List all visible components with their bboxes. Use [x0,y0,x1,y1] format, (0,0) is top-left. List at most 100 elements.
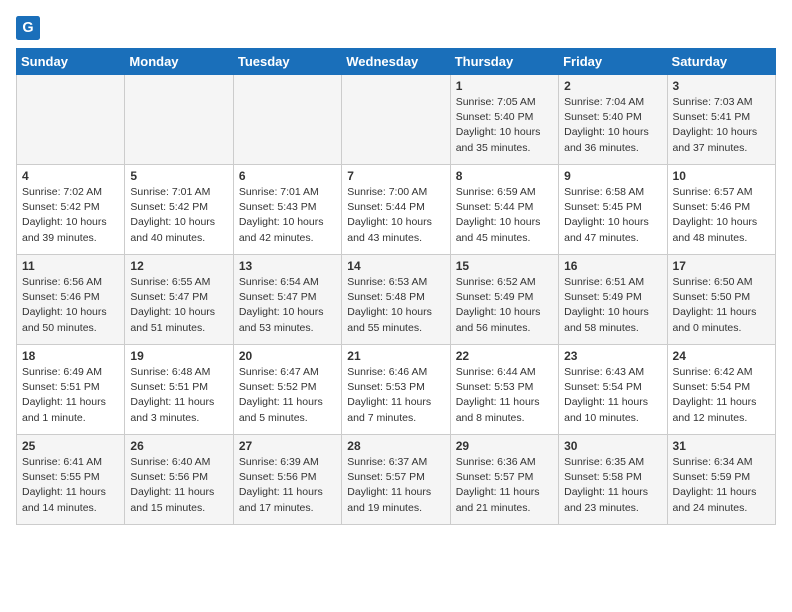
day-number: 26 [130,439,227,453]
day-number: 17 [673,259,770,273]
day-info: Sunrise: 6:44 AM Sunset: 5:53 PM Dayligh… [456,365,553,426]
day-number: 16 [564,259,661,273]
calendar-cell: 9 Sunrise: 6:58 AM Sunset: 5:45 PM Daylig… [559,165,667,255]
day-info: Sunrise: 6:50 AM Sunset: 5:50 PM Dayligh… [673,275,770,336]
day-info: Sunrise: 6:56 AM Sunset: 5:46 PM Dayligh… [22,275,119,336]
day-number: 6 [239,169,336,183]
calendar-cell: 21 Sunrise: 6:46 AM Sunset: 5:53 PM Dayli… [342,345,450,435]
calendar-cell: 6 Sunrise: 7:01 AM Sunset: 5:43 PM Daylig… [233,165,341,255]
calendar-week-2: 4 Sunrise: 7:02 AM Sunset: 5:42 PM Daylig… [17,165,776,255]
calendar-cell: 13Sunrise: 6:54 AM Sunset: 5:47 PM Dayli… [233,255,341,345]
day-info: Sunrise: 6:37 AM Sunset: 5:57 PM Dayligh… [347,455,444,516]
calendar-cell: 25 Sunrise: 6:41 AM Sunset: 5:55 PM Dayli… [17,435,125,525]
header-friday: Friday [559,49,667,75]
calendar-cell: 30Sunrise: 6:35 AM Sunset: 5:58 PM Dayli… [559,435,667,525]
header-saturday: Saturday [667,49,775,75]
calendar-cell: 14 Sunrise: 6:53 AM Sunset: 5:48 PM Dayli… [342,255,450,345]
day-number: 19 [130,349,227,363]
day-number: 30 [564,439,661,453]
calendar-cell: 23 Sunrise: 6:43 AM Sunset: 5:54 PM Dayli… [559,345,667,435]
calendar-cell: 17 Sunrise: 6:50 AM Sunset: 5:50 PM Dayli… [667,255,775,345]
day-info: Sunrise: 6:55 AM Sunset: 5:47 PM Dayligh… [130,275,227,336]
calendar-cell: 10 Sunrise: 6:57 AM Sunset: 5:46 PM Dayli… [667,165,775,255]
day-info: Sunrise: 7:02 AM Sunset: 5:42 PM Dayligh… [22,185,119,246]
day-info: Sunrise: 6:41 AM Sunset: 5:55 PM Dayligh… [22,455,119,516]
calendar-cell: 28 Sunrise: 6:37 AM Sunset: 5:57 PM Dayli… [342,435,450,525]
day-number: 20 [239,349,336,363]
day-number: 15 [456,259,553,273]
day-number: 27 [239,439,336,453]
day-info: Sunrise: 7:04 AM Sunset: 5:40 PM Dayligh… [564,95,661,156]
day-info: Sunrise: 6:42 AM Sunset: 5:54 PM Dayligh… [673,365,770,426]
calendar-cell: 8Sunrise: 6:59 AM Sunset: 5:44 PM Daylig… [450,165,558,255]
calendar-cell: 12 Sunrise: 6:55 AM Sunset: 5:47 PM Dayli… [125,255,233,345]
day-number: 1 [456,79,553,93]
day-info: Sunrise: 7:03 AM Sunset: 5:41 PM Dayligh… [673,95,770,156]
day-info: Sunrise: 6:52 AM Sunset: 5:49 PM Dayligh… [456,275,553,336]
day-number: 4 [22,169,119,183]
day-info: Sunrise: 7:01 AM Sunset: 5:43 PM Dayligh… [239,185,336,246]
day-info: Sunrise: 6:57 AM Sunset: 5:46 PM Dayligh… [673,185,770,246]
calendar-cell [17,75,125,165]
day-info: Sunrise: 6:58 AM Sunset: 5:45 PM Dayligh… [564,185,661,246]
day-info: Sunrise: 6:40 AM Sunset: 5:56 PM Dayligh… [130,455,227,516]
page-header: G [16,16,776,40]
day-info: Sunrise: 7:05 AM Sunset: 5:40 PM Dayligh… [456,95,553,156]
calendar-cell: 20 Sunrise: 6:47 AM Sunset: 5:52 PM Dayli… [233,345,341,435]
day-info: Sunrise: 6:46 AM Sunset: 5:53 PM Dayligh… [347,365,444,426]
logo-icon: G [16,16,40,40]
calendar-cell: 7Sunrise: 7:00 AM Sunset: 5:44 PM Daylig… [342,165,450,255]
calendar-week-4: 18 Sunrise: 6:49 AM Sunset: 5:51 PM Dayli… [17,345,776,435]
calendar-cell [233,75,341,165]
day-number: 24 [673,349,770,363]
calendar-cell: 4 Sunrise: 7:02 AM Sunset: 5:42 PM Daylig… [17,165,125,255]
day-number: 10 [673,169,770,183]
day-info: Sunrise: 7:01 AM Sunset: 5:42 PM Dayligh… [130,185,227,246]
day-number: 2 [564,79,661,93]
calendar-cell: 19 Sunrise: 6:48 AM Sunset: 5:51 PM Dayli… [125,345,233,435]
calendar-week-3: 11 Sunrise: 6:56 AM Sunset: 5:46 PM Dayli… [17,255,776,345]
calendar-cell: 1 Sunrise: 7:05 AM Sunset: 5:40 PM Daylig… [450,75,558,165]
calendar-cell [342,75,450,165]
day-number: 11 [22,259,119,273]
day-number: 13 [239,259,336,273]
day-number: 7 [347,169,444,183]
calendar-cell [125,75,233,165]
day-number: 29 [456,439,553,453]
day-info: Sunrise: 6:53 AM Sunset: 5:48 PM Dayligh… [347,275,444,336]
day-number: 5 [130,169,227,183]
header-wednesday: Wednesday [342,49,450,75]
logo: G [16,16,44,40]
header-monday: Monday [125,49,233,75]
day-number: 14 [347,259,444,273]
day-info: Sunrise: 6:39 AM Sunset: 5:56 PM Dayligh… [239,455,336,516]
svg-text:G: G [22,20,33,36]
day-number: 12 [130,259,227,273]
day-number: 23 [564,349,661,363]
calendar-cell: 31 Sunrise: 6:34 AM Sunset: 5:59 PM Dayli… [667,435,775,525]
calendar-cell: 16Sunrise: 6:51 AM Sunset: 5:49 PM Dayli… [559,255,667,345]
day-info: Sunrise: 6:48 AM Sunset: 5:51 PM Dayligh… [130,365,227,426]
day-number: 9 [564,169,661,183]
header-sunday: Sunday [17,49,125,75]
day-number: 3 [673,79,770,93]
day-info: Sunrise: 6:34 AM Sunset: 5:59 PM Dayligh… [673,455,770,516]
day-info: Sunrise: 6:49 AM Sunset: 5:51 PM Dayligh… [22,365,119,426]
day-number: 28 [347,439,444,453]
day-info: Sunrise: 6:36 AM Sunset: 5:57 PM Dayligh… [456,455,553,516]
day-info: Sunrise: 6:47 AM Sunset: 5:52 PM Dayligh… [239,365,336,426]
day-number: 25 [22,439,119,453]
day-info: Sunrise: 6:43 AM Sunset: 5:54 PM Dayligh… [564,365,661,426]
calendar-body: 1 Sunrise: 7:05 AM Sunset: 5:40 PM Daylig… [17,75,776,525]
calendar-cell: 22Sunrise: 6:44 AM Sunset: 5:53 PM Dayli… [450,345,558,435]
day-number: 31 [673,439,770,453]
calendar-cell: 3 Sunrise: 7:03 AM Sunset: 5:41 PM Daylig… [667,75,775,165]
calendar-cell: 15 Sunrise: 6:52 AM Sunset: 5:49 PM Dayli… [450,255,558,345]
day-number: 18 [22,349,119,363]
calendar-cell: 18 Sunrise: 6:49 AM Sunset: 5:51 PM Dayli… [17,345,125,435]
calendar-cell: 2 Sunrise: 7:04 AM Sunset: 5:40 PM Daylig… [559,75,667,165]
calendar-week-5: 25 Sunrise: 6:41 AM Sunset: 5:55 PM Dayli… [17,435,776,525]
day-info: Sunrise: 6:59 AM Sunset: 5:44 PM Dayligh… [456,185,553,246]
calendar-table: SundayMondayTuesdayWednesdayThursdayFrid… [16,48,776,525]
day-number: 21 [347,349,444,363]
